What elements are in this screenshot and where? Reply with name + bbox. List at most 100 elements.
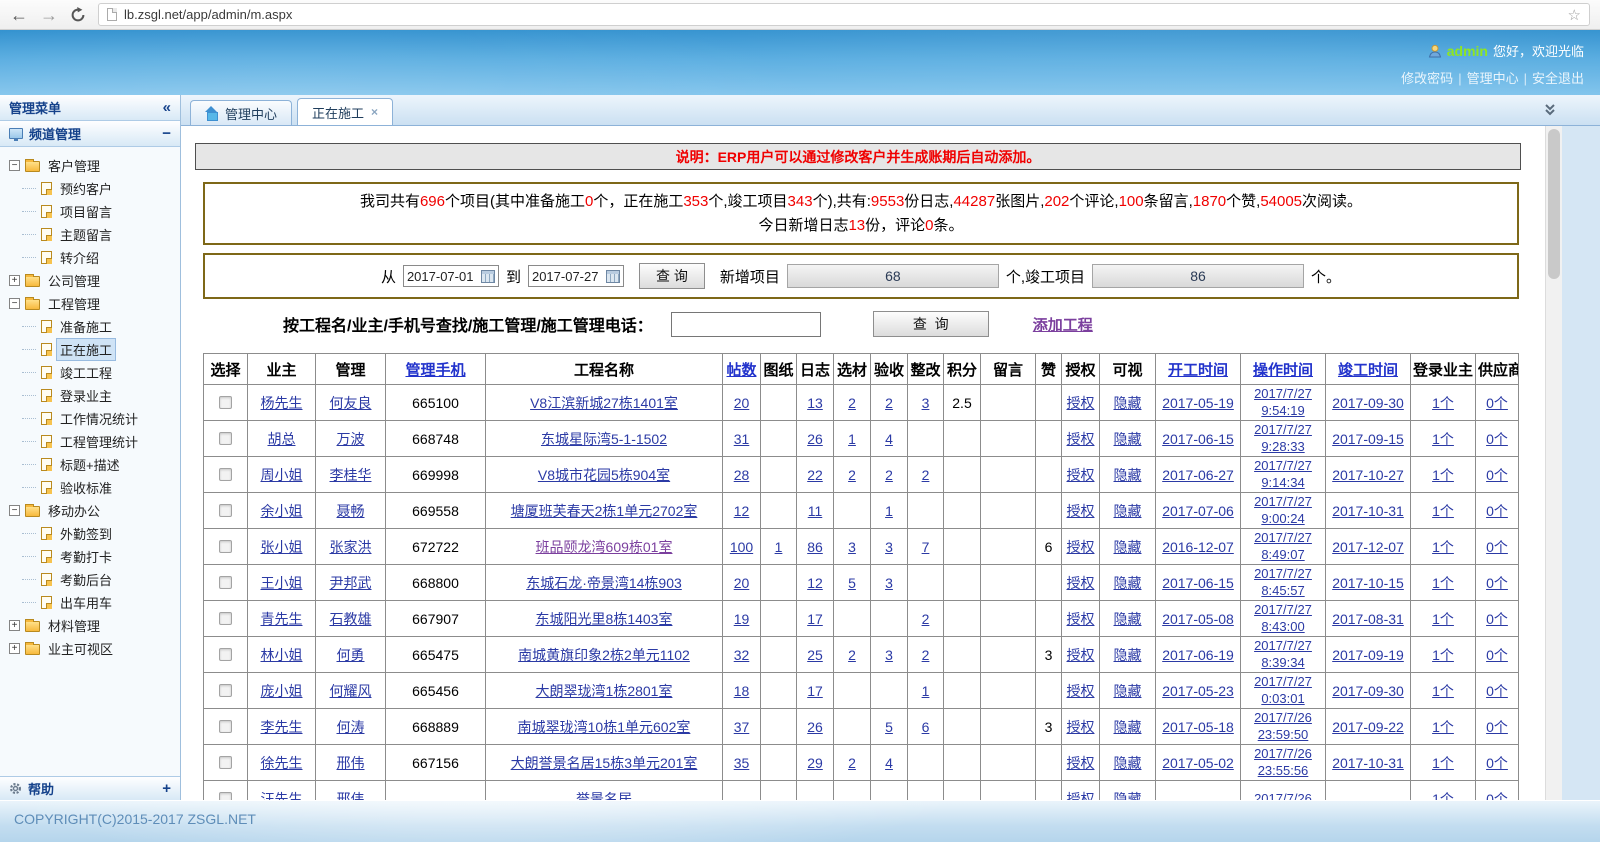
start-date-link[interactable]: 2017-05-23: [1162, 683, 1234, 699]
url-bar[interactable]: lb.zsgl.net/app/admin/m.aspx ☆: [98, 3, 1590, 26]
manager-link[interactable]: 何友良: [330, 395, 372, 411]
manager-link[interactable]: 李桂华: [330, 467, 372, 483]
supplier-link[interactable]: 0个: [1486, 755, 1508, 771]
rework-count-link[interactable]: 2: [922, 647, 930, 663]
authorize-link[interactable]: 授权: [1067, 503, 1095, 519]
bookmark-star-icon[interactable]: ☆: [1568, 6, 1581, 24]
admin-center-link[interactable]: 管理中心: [1467, 71, 1519, 86]
manager-link[interactable]: 聂畅: [337, 503, 365, 519]
login-owner-link[interactable]: 1个: [1432, 575, 1454, 591]
operation-time-link[interactable]: 2017/7/279:14:34: [1254, 458, 1312, 491]
visibility-toggle-link[interactable]: 隐藏: [1114, 719, 1142, 735]
row-checkbox[interactable]: [219, 540, 232, 553]
owner-link[interactable]: 汪先生: [261, 791, 303, 801]
acceptance-count-link[interactable]: 3: [885, 575, 893, 591]
rework-count-link[interactable]: 1: [922, 683, 930, 699]
tree-toggle-icon[interactable]: −: [9, 505, 20, 516]
supplier-link[interactable]: 0个: [1486, 683, 1508, 699]
column-header-posts[interactable]: 帖数: [723, 354, 761, 385]
supplier-link[interactable]: 0个: [1486, 611, 1508, 627]
column-header-phone[interactable]: 管理手机: [386, 354, 486, 385]
login-owner-link[interactable]: 1个: [1432, 611, 1454, 627]
row-checkbox[interactable]: [219, 648, 232, 661]
row-checkbox[interactable]: [219, 684, 232, 697]
materials-count-link[interactable]: 2: [848, 395, 856, 411]
supplier-link[interactable]: 0个: [1486, 539, 1508, 555]
login-owner-link[interactable]: 1个: [1432, 755, 1454, 771]
acceptance-count-link[interactable]: 2: [885, 467, 893, 483]
acceptance-count-link[interactable]: 4: [885, 755, 893, 771]
authorize-link[interactable]: 授权: [1067, 611, 1095, 627]
owner-link[interactable]: 胡总: [268, 431, 296, 447]
finish-date-link[interactable]: 2017-10-31: [1332, 503, 1404, 519]
start-date-link[interactable]: 2017-06-27: [1162, 467, 1234, 483]
column-header-op[interactable]: 操作时间: [1241, 354, 1326, 385]
sidebar-item-客户管理[interactable]: −客户管理: [0, 154, 180, 177]
supplier-link[interactable]: 0个: [1486, 395, 1508, 411]
visibility-toggle-link[interactable]: 隐藏: [1114, 755, 1142, 771]
logs-count-link[interactable]: 26: [807, 431, 823, 447]
sidebar-item-准备施工[interactable]: 准备施工: [0, 315, 180, 338]
calendar-icon[interactable]: [481, 270, 495, 283]
rework-count-link[interactable]: 2: [922, 467, 930, 483]
tab-admin-center[interactable]: 管理中心: [190, 100, 292, 125]
column-header-start[interactable]: 开工时间: [1156, 354, 1241, 385]
visibility-toggle-link[interactable]: 隐藏: [1114, 539, 1142, 555]
visibility-toggle-link[interactable]: 隐藏: [1114, 647, 1142, 663]
login-owner-link[interactable]: 1个: [1432, 467, 1454, 483]
start-date-link[interactable]: 2017-06-15: [1162, 575, 1234, 591]
finish-date-link[interactable]: 2017-10-15: [1332, 575, 1404, 591]
sidebar-item-外勤签到[interactable]: 外勤签到: [0, 522, 180, 545]
sidebar-item-考勤打卡[interactable]: 考勤打卡: [0, 545, 180, 568]
posts-count-link[interactable]: 32: [734, 647, 750, 663]
add-project-link[interactable]: 添加工程: [1033, 314, 1093, 335]
posts-count-link[interactable]: 28: [734, 467, 750, 483]
finish-date-link[interactable]: 2017-10-31: [1332, 755, 1404, 771]
login-owner-link[interactable]: 1个: [1432, 683, 1454, 699]
posts-count-link[interactable]: 19: [734, 611, 750, 627]
authorize-link[interactable]: 授权: [1067, 719, 1095, 735]
start-date-link[interactable]: 2017-05-18: [1162, 719, 1234, 735]
authorize-link[interactable]: 授权: [1067, 575, 1095, 591]
operation-time-link[interactable]: 2017/7/26: [1254, 791, 1312, 800]
logs-count-link[interactable]: 26: [807, 719, 823, 735]
rework-count-link[interactable]: 3: [922, 395, 930, 411]
sidebar-item-工程管理[interactable]: −工程管理: [0, 292, 180, 315]
vertical-scrollbar[interactable]: [1545, 126, 1562, 800]
posts-count-link[interactable]: 20: [734, 395, 750, 411]
materials-count-link[interactable]: 1: [848, 431, 856, 447]
from-date-input[interactable]: 2017-07-01: [403, 265, 499, 287]
logs-count-link[interactable]: 22: [807, 467, 823, 483]
authorize-link[interactable]: 授权: [1067, 467, 1095, 483]
finish-date-link[interactable]: 2017-09-22: [1332, 719, 1404, 735]
posts-count-link[interactable]: 20: [734, 575, 750, 591]
row-checkbox[interactable]: [219, 504, 232, 517]
posts-count-link[interactable]: 100: [730, 539, 753, 555]
acceptance-count-link[interactable]: 4: [885, 431, 893, 447]
help-bar[interactable]: 帮助 +: [0, 776, 180, 800]
visibility-toggle-link[interactable]: 隐藏: [1114, 395, 1142, 411]
calendar-icon[interactable]: [606, 270, 620, 283]
rework-count-link[interactable]: 2: [922, 611, 930, 627]
operation-time-link[interactable]: 2017/7/278:45:57: [1254, 566, 1312, 599]
sidebar-item-业主可视区[interactable]: +业主可视区: [0, 637, 180, 660]
logs-count-link[interactable]: 11: [808, 503, 823, 519]
owner-link[interactable]: 林小姐: [261, 647, 303, 663]
sidebar-item-移动办公[interactable]: −移动办公: [0, 499, 180, 522]
acceptance-count-link[interactable]: 3: [885, 647, 893, 663]
back-icon[interactable]: ←: [10, 6, 28, 24]
rework-count-link[interactable]: 6: [922, 719, 930, 735]
start-date-link[interactable]: 2016-12-07: [1162, 539, 1234, 555]
materials-count-link[interactable]: 2: [848, 647, 856, 663]
authorize-link[interactable]: 授权: [1067, 539, 1095, 555]
supplier-link[interactable]: 0个: [1486, 791, 1508, 801]
tab-in-construction[interactable]: 正在施工 ×: [297, 98, 393, 125]
row-checkbox[interactable]: [219, 612, 232, 625]
login-owner-link[interactable]: 1个: [1432, 539, 1454, 555]
materials-count-link[interactable]: 2: [848, 467, 856, 483]
acceptance-count-link[interactable]: 1: [885, 503, 893, 519]
project-link[interactable]: 塘厦班芙春天2栋1单元2702室: [511, 503, 698, 519]
supplier-link[interactable]: 0个: [1486, 575, 1508, 591]
project-link[interactable]: V8江滨新城27栋1401室: [530, 395, 678, 411]
logs-count-link[interactable]: 12: [807, 575, 823, 591]
